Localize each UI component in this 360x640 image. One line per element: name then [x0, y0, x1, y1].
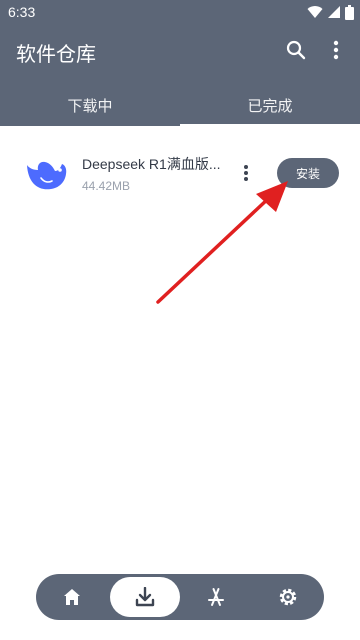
app-header: 6:33 软件仓库 下载中 已完成 — [0, 0, 360, 126]
tab-bar: 下载中 已完成 — [0, 84, 360, 126]
deepseek-whale-icon — [27, 161, 67, 190]
page-title: 软件仓库 — [16, 42, 96, 66]
nav-download[interactable] — [110, 577, 180, 617]
more-vertical-icon — [333, 40, 339, 60]
install-button[interactable]: 安装 — [277, 158, 339, 188]
file-size: 44.42MB — [82, 179, 131, 193]
home-icon — [64, 589, 80, 605]
status-bar: 6:33 — [0, 0, 360, 24]
search-button[interactable] — [280, 34, 312, 66]
settings-icon — [279, 588, 297, 606]
tab-downloading[interactable]: 下载中 — [0, 84, 180, 126]
title-bar: 软件仓库 — [0, 30, 360, 70]
download-icon — [135, 587, 155, 607]
cellular-signal-icon — [328, 6, 340, 18]
tab-downloading-label: 下载中 — [67, 96, 113, 115]
app-name: Deepseek R1满血版... — [82, 156, 221, 172]
nav-home[interactable] — [36, 574, 108, 620]
tab-completed-label: 已完成 — [247, 96, 293, 115]
nav-settings[interactable] — [252, 574, 324, 620]
more-vertical-icon — [244, 165, 248, 181]
status-time: 6:33 — [8, 4, 36, 20]
tab-indicator — [180, 124, 360, 126]
nav-app-store[interactable] — [180, 574, 252, 620]
wifi-icon — [307, 6, 323, 19]
app-store-icon — [208, 588, 224, 606]
search-icon — [286, 40, 306, 60]
battery-icon — [345, 4, 354, 20]
list-item[interactable]: Deepseek R1满血版... 44.42MB 安装 — [0, 150, 360, 230]
item-more-button[interactable] — [236, 160, 256, 186]
tab-completed[interactable]: 已完成 — [180, 84, 360, 126]
more-options-button[interactable] — [320, 34, 352, 66]
install-button-label: 安装 — [295, 166, 320, 181]
bottom-navigation — [36, 574, 324, 620]
status-icons — [307, 4, 354, 20]
